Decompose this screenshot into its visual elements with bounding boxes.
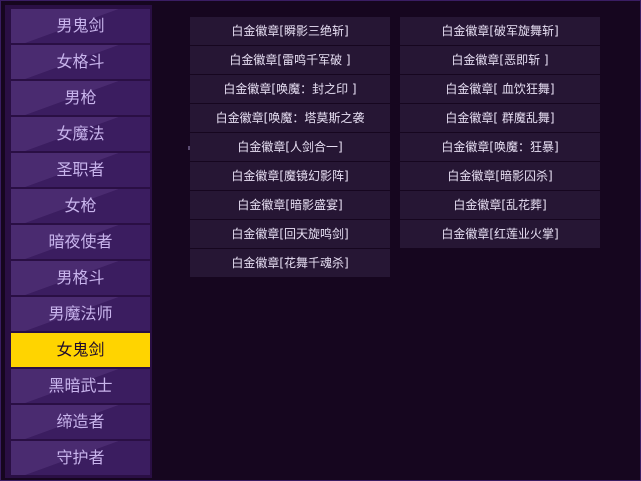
sidebar-item-guardian[interactable]: 守护者 [11,441,150,475]
sidebar-item-female-slayer[interactable]: 女鬼剑 [11,333,150,367]
sidebar-item-thief[interactable]: 暗夜使者 [11,225,150,259]
badge-item[interactable]: 白金徽章[红莲业火掌] [400,220,600,248]
sidebar-item-male-fighter[interactable]: 男格斗 [11,261,150,295]
sidebar-item-priest[interactable]: 圣职者 [11,153,150,187]
badge-item[interactable]: 白金徽章[ 群魔乱舞] [400,104,600,132]
badge-list-left: 白金徽章[瞬影三绝斩] 白金徽章[雷鸣千军破 ] 白金徽章[唤魔：封之印 ] 白… [190,17,390,278]
badge-item[interactable]: 白金徽章[唤魔：封之印 ] [190,75,390,103]
sidebar-item-dark-knight[interactable]: 黑暗武士 [11,369,150,403]
sidebar-item-female-gunner[interactable]: 女枪 [11,189,150,223]
badge-item[interactable]: 白金徽章[恶即斩 ] [400,46,600,74]
badge-item[interactable]: 白金徽章[唤魔：狂暴] [400,133,600,161]
badge-item[interactable]: 白金徽章[乱花葬] [400,191,600,219]
badge-list-right: 白金徽章[破军旋舞斩] 白金徽章[恶即斩 ] 白金徽章[ 血饮狂舞] 白金徽章[… [400,17,600,249]
sidebar-item-female-fighter[interactable]: 女格斗 [11,45,150,79]
badge-item[interactable]: 白金徽章[花舞千魂杀] [190,249,390,277]
class-sidebar: 男鬼剑 女格斗 男枪 女魔法 圣职者 女枪 暗夜使者 男格斗 男魔法师 女鬼剑 … [11,9,150,477]
sidebar-item-female-mage[interactable]: 女魔法 [11,117,150,151]
badge-item[interactable]: 白金徽章[唤魔：塔莫斯之袭 [190,104,390,132]
badge-item[interactable]: 白金徽章[瞬影三绝斩] [190,17,390,45]
badge-item[interactable]: 白金徽章[人剑合一] [190,133,390,161]
sidebar-item-male-gunner[interactable]: 男枪 [11,81,150,115]
sidebar-item-male-slayer[interactable]: 男鬼剑 [11,9,150,43]
badge-item[interactable]: 白金徽章[ 血饮狂舞] [400,75,600,103]
badge-item[interactable]: 白金徽章[回天旋鸣剑] [190,220,390,248]
badge-item[interactable]: 白金徽章[暗影盛宴] [190,191,390,219]
badge-item[interactable]: 白金徽章[雷鸣千军破 ] [190,46,390,74]
badge-item[interactable]: 白金徽章[暗影囚杀] [400,162,600,190]
badge-item[interactable]: 白金徽章[魔镜幻影阵] [190,162,390,190]
sidebar-item-male-mage[interactable]: 男魔法师 [11,297,150,331]
badge-item[interactable]: 白金徽章[破军旋舞斩] [400,17,600,45]
sidebar-item-creator[interactable]: 缔造者 [11,405,150,439]
